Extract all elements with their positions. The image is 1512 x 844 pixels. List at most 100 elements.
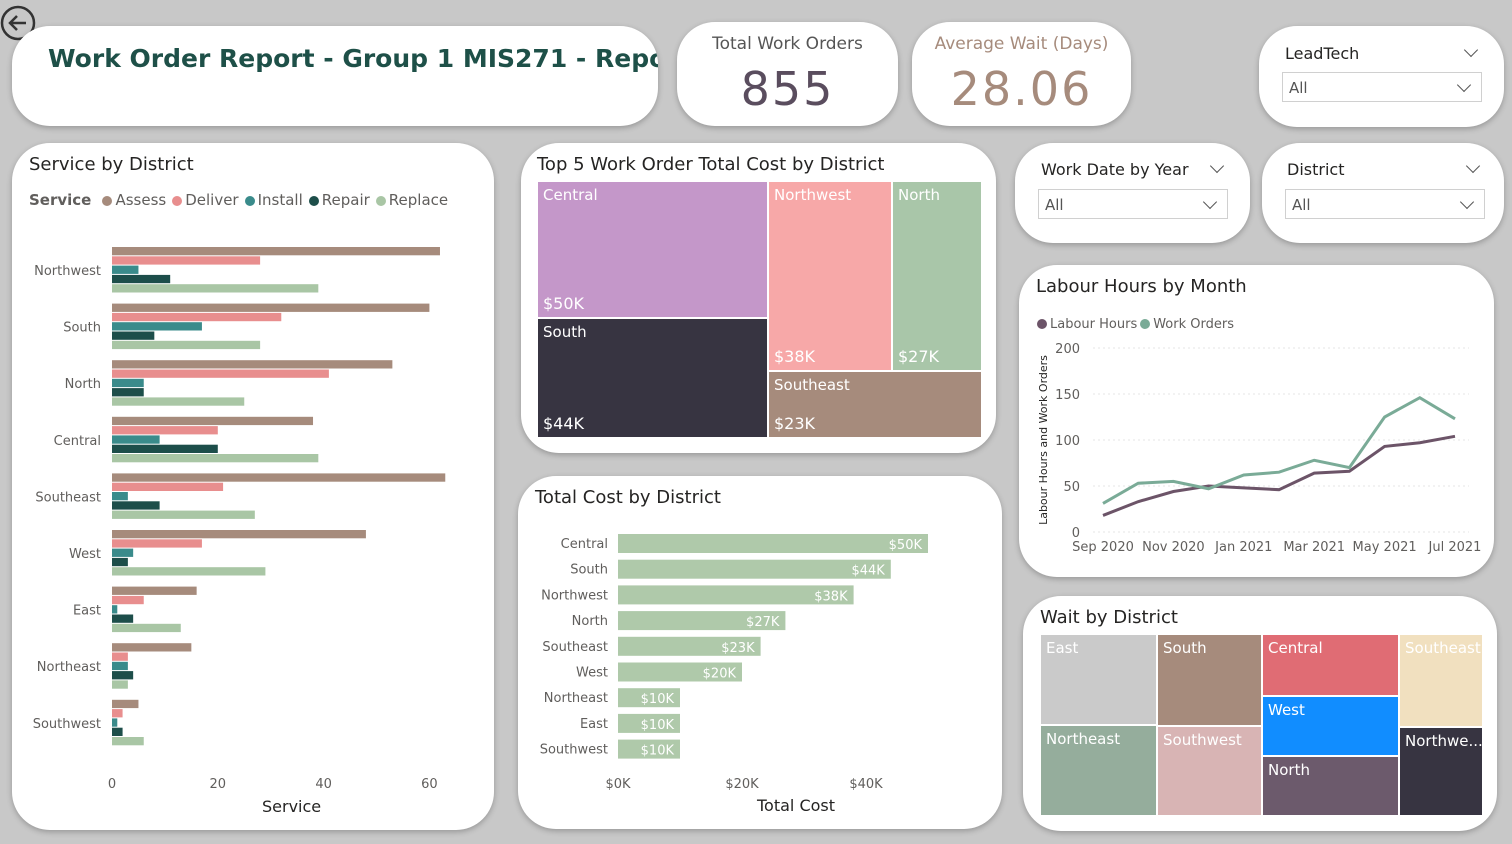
bar-assess-northwest[interactable] [112,247,440,256]
cost-bar-central[interactable] [618,534,928,553]
x-tick-label: $20K [725,777,759,792]
cost-bar-south[interactable] [618,559,891,579]
bar-deliver-northeast[interactable] [112,652,128,661]
bar-assess-southeast[interactable] [112,473,446,482]
bar-install-northeast[interactable] [112,661,128,671]
y-tick-label: North [572,614,608,629]
y-tick-label: Northwest [541,588,608,603]
treemap-cell-north[interactable]: North $27K [892,181,982,371]
bar-deliver-south[interactable] [112,312,282,322]
labour-line-chart: 0 50 100 150 200 Sep 2020 Nov 2020 Jan 2021 Mar … [1037,342,1481,555]
treemap-cell-northwest[interactable]: Northwest $38K [768,181,892,371]
bar-deliver-central[interactable] [112,426,218,435]
y-tick-label: 150 [1055,388,1080,403]
line-work-orders[interactable] [1102,395,1456,505]
bar-replace-northwest[interactable] [112,284,319,293]
bar-install-northwest[interactable] [112,265,139,274]
y-tick-label: Central [561,537,608,552]
bar-replace-east[interactable] [112,623,181,633]
wait-cell-northeast[interactable]: Northeast [1040,725,1157,816]
bar-repair-north[interactable] [112,388,144,397]
wait-cell-west[interactable]: West [1262,696,1399,756]
bar-replace-south[interactable] [112,340,261,350]
bar-deliver-southwest[interactable] [112,709,123,718]
bar-assess-east[interactable] [112,586,197,595]
y-tick-label: Northeast [544,691,608,706]
cost-x-axis-label: Total Cost [757,796,836,815]
bar-assess-southwest[interactable] [112,699,139,709]
bar-install-west[interactable] [112,548,134,557]
treemap-cell-central[interactable]: Central $50K [537,181,768,318]
bar-install-north[interactable] [112,378,144,388]
work-date-slicer[interactable]: Work Date by Year All [1015,143,1250,243]
bar-install-east[interactable] [112,605,118,614]
top5-treemap-title: Top 5 Work Order Total Cost by District [537,154,885,175]
work-date-dropdown[interactable]: All [1038,189,1228,219]
chevron-down-icon[interactable] [1465,158,1481,174]
bar-repair-southeast[interactable] [112,501,160,510]
bar-replace-southwest[interactable] [112,737,144,746]
wait-cell-east[interactable]: East [1040,634,1157,725]
bar-install-south[interactable] [112,322,202,331]
x-tick-label: $40K [849,777,883,792]
bar-deliver-north[interactable] [112,369,329,378]
bar-replace-northeast[interactable] [112,680,128,689]
bar-replace-southeast[interactable] [112,510,255,519]
leadtech-slicer-title: LeadTech [1285,44,1360,63]
x-tick-label: 0 [108,777,116,792]
bar-install-central[interactable] [112,435,160,444]
bar-assess-northeast[interactable] [112,643,192,652]
bar-assess-west[interactable] [112,530,366,539]
bar-repair-southwest[interactable] [112,727,123,736]
bar-replace-west[interactable] [112,567,266,576]
y-tick-label: Central [54,434,101,449]
treemap-cell-south[interactable]: South $44K [537,318,768,438]
bar-deliver-west[interactable] [112,539,202,548]
bar-assess-central[interactable] [112,416,314,426]
bar-repair-south[interactable] [112,331,155,340]
y-tick-label: 0 [1072,526,1080,541]
bar-replace-central[interactable] [112,454,319,463]
wait-cell-south[interactable]: South [1157,634,1262,726]
cost-data-label: $38K [814,589,848,604]
district-dropdown[interactable]: All [1285,189,1485,219]
x-tick-label: 60 [421,777,438,792]
line-labour-hours[interactable] [1102,434,1456,517]
bar-deliver-east[interactable] [112,595,144,605]
bar-replace-north[interactable] [112,397,245,406]
leadtech-dropdown[interactable]: All [1282,72,1482,102]
bar-install-southeast[interactable] [112,492,128,501]
y-tick-label: 200 [1055,342,1080,357]
bar-deliver-southeast[interactable] [112,482,224,491]
bar-assess-north[interactable] [112,360,393,369]
y-axis-label: Labour Hours and Work Orders [1037,355,1050,525]
bar-assess-south[interactable] [112,303,430,312]
leadtech-slicer[interactable]: LeadTech All [1259,26,1504,127]
y-tick-label: West [69,547,101,562]
bar-repair-east[interactable] [112,614,134,623]
service-bar-chart: 0 20 40 60 Northwest South North Central Southea… [33,247,446,792]
cost-bar-chart: Central $50K South $44K Northwest $38K North $2… [540,534,928,792]
y-tick-label: South [63,321,101,336]
district-slicer[interactable]: District All [1262,143,1504,243]
treemap-cell-southeast[interactable]: Southeast $23K [768,371,982,438]
bar-repair-northwest[interactable] [112,274,171,284]
work-date-slicer-title: Work Date by Year [1041,160,1189,179]
total-cost-card: Total Cost by District Central $50K South $… [518,476,1002,829]
wait-cell-northwest[interactable]: Northwe... [1399,727,1483,816]
wait-cell-southeast[interactable]: Southeast [1399,634,1483,727]
wait-cell-north[interactable]: North [1262,756,1399,816]
wait-cell-southwest[interactable]: Southwest [1157,726,1262,816]
y-tick-label: 50 [1063,480,1080,495]
chevron-down-icon [1202,194,1218,210]
y-tick-label: Southeast [35,490,101,505]
wait-cell-central[interactable]: Central [1262,634,1399,696]
bar-repair-central[interactable] [112,444,218,453]
bar-install-southwest[interactable] [112,718,118,727]
bar-repair-northeast[interactable] [112,671,134,680]
bar-deliver-northwest[interactable] [112,256,261,265]
chevron-down-icon[interactable] [1463,42,1479,58]
chevron-down-icon[interactable] [1209,158,1225,174]
bar-repair-west[interactable] [112,557,128,567]
average-wait-label: Average Wait (Days) [934,34,1109,54]
